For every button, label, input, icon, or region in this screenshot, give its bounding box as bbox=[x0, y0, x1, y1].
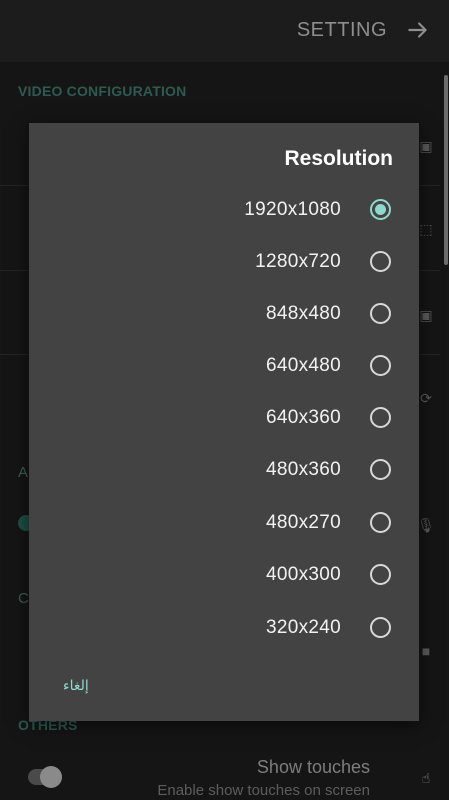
resolution-option-label: 640x360 bbox=[265, 407, 341, 428]
rotate-icon: ⟳ bbox=[420, 390, 432, 406]
radio-button[interactable] bbox=[370, 512, 391, 533]
resolution-option-label: 480x270 bbox=[265, 512, 341, 533]
resolution-option-label: 1280x720 bbox=[255, 251, 341, 272]
radio-button[interactable] bbox=[370, 251, 391, 272]
touch-icon: ☝ bbox=[421, 770, 431, 786]
resolution-option[interactable]: 640x360 bbox=[29, 391, 419, 443]
resolution-dialog: Resolution 1920x1080 1280x720 848x480 64… bbox=[29, 123, 419, 721]
radio-button[interactable] bbox=[370, 617, 391, 638]
bitrate-icon: ▣ bbox=[419, 138, 433, 154]
dialog-title: Resolution bbox=[284, 147, 394, 170]
resolution-option[interactable]: 1280x720 bbox=[29, 235, 419, 287]
resolution-option[interactable]: 640x480 bbox=[29, 339, 419, 391]
app-bar: SETTING bbox=[0, 0, 449, 62]
fps-icon: ▣ bbox=[419, 307, 433, 323]
radio-button[interactable] bbox=[370, 355, 391, 376]
resolution-option-label: 848x480 bbox=[265, 303, 341, 324]
section-header-video: VIDEO CONFIGURATION bbox=[18, 83, 187, 99]
section-header-audio-fragment: A bbox=[18, 464, 29, 481]
resolution-option[interactable]: 848x480 bbox=[29, 287, 419, 339]
radio-button[interactable] bbox=[370, 564, 391, 585]
page-title: SETTING bbox=[296, 19, 387, 41]
section-header-camera-fragment: C bbox=[18, 590, 29, 607]
resolution-option[interactable]: 480x360 bbox=[29, 443, 419, 495]
resolution-option[interactable]: 1920x1080 bbox=[29, 183, 419, 235]
camera-icon: ■ bbox=[421, 643, 431, 659]
resolution-option-label: 480x360 bbox=[265, 459, 341, 480]
arrow-right-icon[interactable] bbox=[405, 17, 431, 43]
resolution-option[interactable]: 480x270 bbox=[29, 496, 419, 548]
scrollbar[interactable] bbox=[444, 75, 448, 265]
resolution-option-label: 1920x1080 bbox=[244, 199, 341, 220]
resolution-option-label: 400x300 bbox=[265, 564, 341, 585]
show-touches-subtitle: Enable show touches on screen bbox=[157, 782, 370, 799]
resolution-option[interactable]: 320x240 bbox=[29, 601, 419, 653]
resolution-option[interactable]: 400x300 bbox=[29, 548, 419, 600]
radio-button-checked[interactable] bbox=[370, 199, 391, 220]
resolution-option-label: 640x480 bbox=[265, 355, 341, 376]
cancel-button[interactable]: إلغاء bbox=[63, 678, 89, 694]
resolution-icon: ⬚ bbox=[419, 221, 433, 237]
radio-button[interactable] bbox=[370, 459, 391, 480]
radio-button[interactable] bbox=[370, 303, 391, 324]
show-touches-title: Show touches bbox=[256, 757, 370, 777]
mic-icon: 🎙 bbox=[417, 517, 435, 533]
radio-button[interactable] bbox=[370, 407, 391, 428]
resolution-option-label: 320x240 bbox=[265, 617, 341, 638]
show-touches-toggle[interactable] bbox=[28, 766, 62, 788]
toggle-knob bbox=[40, 766, 62, 788]
